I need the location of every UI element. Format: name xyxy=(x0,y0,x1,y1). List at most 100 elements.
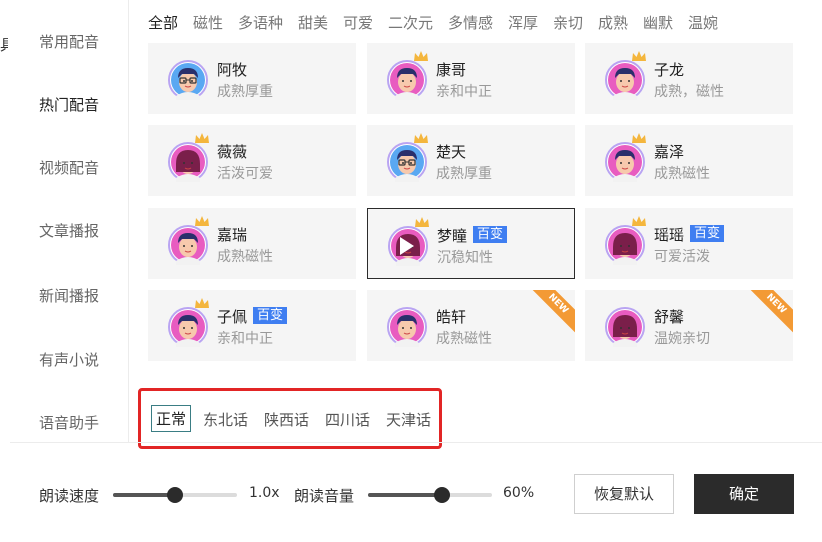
voice-name: 康哥 xyxy=(436,61,467,79)
man-avatar-icon xyxy=(605,133,646,182)
dialect-tianjin[interactable]: 天津话 xyxy=(386,409,431,430)
sidebar-item-hot-voices[interactable]: 热门配音 xyxy=(39,94,99,115)
crown-icon xyxy=(194,215,210,227)
voice-card[interactable]: 子龙成熟，磁性 xyxy=(585,43,793,114)
voice-name: 梦瞳 xyxy=(437,227,468,245)
voice-card[interactable]: 嘉泽 成熟磁性 xyxy=(585,125,793,196)
filter-tab-multilingual[interactable]: 多语种 xyxy=(238,12,283,33)
variety-badge: 百变 xyxy=(253,307,288,324)
voice-card[interactable]: 楚天 成熟厚重 xyxy=(367,125,575,196)
voice-card[interactable]: 梦瞳 百变沉稳知性 xyxy=(367,208,575,279)
voice-name: 阿牧 xyxy=(217,61,248,79)
new-ribbon: NEW xyxy=(745,290,793,335)
voice-description: 成熟磁性 xyxy=(654,166,710,182)
new-ribbon: NEW xyxy=(527,290,575,335)
crown-icon xyxy=(413,132,429,144)
voice-card[interactable]: 瑶瑶 百变可爱活泼 xyxy=(585,208,793,279)
voice-description: 温婉亲切 xyxy=(654,331,710,347)
voice-name: 薇薇 xyxy=(217,143,248,161)
filter-tab-anime[interactable]: 二次元 xyxy=(388,12,433,33)
sidebar-item-common-voices[interactable]: 常用配音 xyxy=(39,31,99,52)
man-avatar-icon xyxy=(168,216,209,265)
sidebar-item-article-broadcast[interactable]: 文章播报 xyxy=(39,220,99,241)
reset-default-button[interactable]: 恢复默认 xyxy=(574,474,674,514)
voice-card[interactable]: 嘉瑞 成熟磁性 xyxy=(148,208,356,279)
filter-tab-humorous[interactable]: 幽默 xyxy=(643,12,673,33)
dialect-sichuan[interactable]: 四川话 xyxy=(325,409,370,430)
crown-icon xyxy=(194,297,210,309)
crown-icon xyxy=(631,132,647,144)
volume-slider[interactable] xyxy=(368,487,492,503)
filter-tab-magnetic[interactable]: 磁性 xyxy=(193,12,223,33)
clipped-text: 具 xyxy=(0,36,8,54)
voice-name: 子佩 xyxy=(217,308,248,326)
voice-name: 舒馨 xyxy=(654,308,685,326)
voice-description: 亲和中正 xyxy=(436,84,492,100)
man-avatar-icon xyxy=(168,298,209,347)
sidebar: 具 常用配音 热门配音 视频配音 文章播报 新闻播报 有声小说 语音助手 xyxy=(0,0,129,442)
dialect-normal[interactable]: 正常 xyxy=(151,405,192,432)
sidebar-item-video-voices[interactable]: 视频配音 xyxy=(39,157,99,178)
speed-label: 朗读速度 xyxy=(39,487,100,505)
volume-label: 朗读音量 xyxy=(294,487,355,505)
voice-description: 沉稳知性 xyxy=(437,250,493,266)
sidebar-item-news-broadcast[interactable]: 新闻播报 xyxy=(39,285,99,306)
filter-tab-gentle[interactable]: 温婉 xyxy=(688,12,718,33)
voice-card[interactable]: 舒馨温婉亲切 NEW xyxy=(585,290,793,361)
voice-description: 成熟，磁性 xyxy=(654,84,724,100)
woman-avatar-icon xyxy=(605,216,646,265)
speed-slider[interactable] xyxy=(113,487,237,503)
voice-name: 嘉泽 xyxy=(654,143,685,161)
woman-avatar-icon xyxy=(168,133,209,182)
voice-name: 子龙 xyxy=(654,61,685,79)
voice-description: 成熟磁性 xyxy=(217,249,273,265)
variety-badge: 百变 xyxy=(690,225,725,242)
divider xyxy=(10,442,822,443)
voice-card[interactable]: 薇薇 活泼可爱 xyxy=(148,125,356,196)
glasses-man-avatar-icon xyxy=(168,60,208,100)
crown-icon xyxy=(413,50,429,62)
volume-value: 60% xyxy=(503,485,535,501)
play-icon[interactable] xyxy=(400,237,414,255)
sidebar-item-audio-novel[interactable]: 有声小说 xyxy=(39,349,99,370)
volume-slider-handle[interactable] xyxy=(434,487,451,503)
dialect-shaanxi[interactable]: 陕西话 xyxy=(264,409,309,430)
confirm-button[interactable]: 确定 xyxy=(694,474,794,514)
woman-avatar-icon xyxy=(605,307,645,347)
voice-description: 可爱活泼 xyxy=(654,249,710,265)
crown-icon xyxy=(631,50,647,62)
man-avatar-icon xyxy=(605,51,646,100)
voice-name: 嘉瑞 xyxy=(217,226,248,244)
voice-description: 活泼可爱 xyxy=(217,166,273,182)
filter-tab-all[interactable]: 全部 xyxy=(148,12,178,33)
man-avatar-icon xyxy=(387,51,428,100)
voice-description: 成熟磁性 xyxy=(436,331,492,347)
variety-badge: 百变 xyxy=(473,226,508,243)
filter-tab-cute[interactable]: 可爱 xyxy=(343,12,373,33)
voice-card[interactable]: 皓轩成熟磁性 NEW xyxy=(367,290,575,361)
filter-tab-mature[interactable]: 成熟 xyxy=(598,12,628,33)
woman-avatar-icon xyxy=(388,217,429,266)
voice-card[interactable]: 子佩 百变亲和中正 xyxy=(148,290,356,361)
filter-tab-friendly[interactable]: 亲切 xyxy=(553,12,583,33)
volume-slider-fill xyxy=(368,493,443,497)
voice-description: 成熟厚重 xyxy=(217,84,273,100)
speed-value: 1.0x xyxy=(249,485,280,501)
voice-description: 成熟厚重 xyxy=(436,166,492,182)
filter-tab-sweet[interactable]: 甜美 xyxy=(298,12,328,33)
crown-icon xyxy=(194,132,210,144)
crown-icon xyxy=(631,215,647,227)
voice-name: 瑶瑶 xyxy=(654,226,685,244)
voice-card[interactable]: 康哥 亲和中正 xyxy=(367,43,575,114)
glasses-man-avatar-icon xyxy=(387,133,428,182)
speed-slider-handle[interactable] xyxy=(167,487,183,503)
voice-card[interactable]: 阿牧 成熟厚重 xyxy=(148,43,356,114)
voice-name: 皓轩 xyxy=(436,308,467,326)
filter-tab-deep[interactable]: 浑厚 xyxy=(508,12,538,33)
voice-description: 亲和中正 xyxy=(217,331,273,347)
sidebar-item-voice-assistant[interactable]: 语音助手 xyxy=(39,412,99,433)
dialect-northeast[interactable]: 东北话 xyxy=(203,409,248,430)
filter-tab-emotional[interactable]: 多情感 xyxy=(448,12,493,33)
speed-slider-fill xyxy=(113,493,175,497)
man-avatar-icon xyxy=(387,307,427,347)
